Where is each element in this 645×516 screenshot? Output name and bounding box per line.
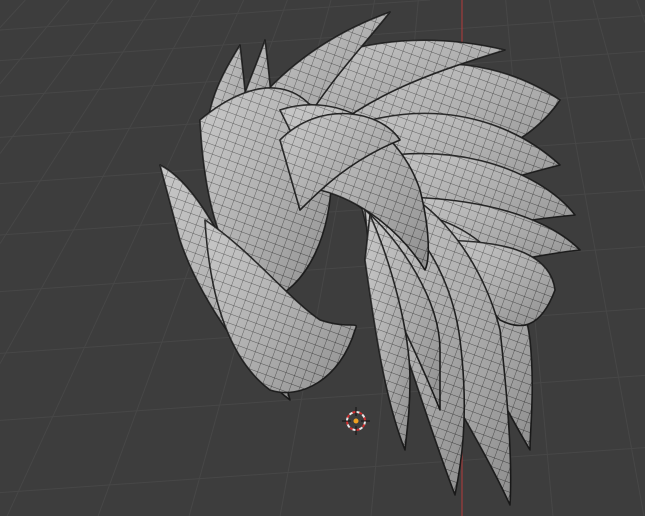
3d-viewport[interactable] (0, 0, 645, 516)
3d-cursor-icon[interactable] (342, 407, 370, 435)
hair-mesh[interactable] (159, 11, 581, 506)
grid-line (0, 447, 645, 494)
grid-line (0, 374, 645, 421)
grid-line (0, 0, 26, 28)
grid-line (548, 0, 645, 516)
grid-line (636, 0, 645, 23)
grid-line (0, 0, 70, 84)
viewport-canvas[interactable] (0, 0, 645, 516)
